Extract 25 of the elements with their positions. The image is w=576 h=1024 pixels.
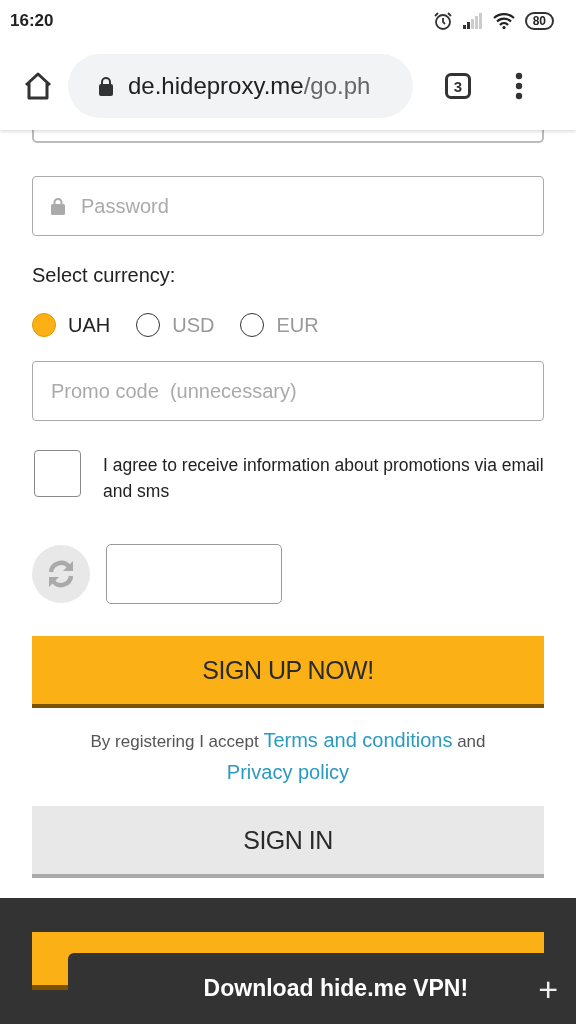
- password-field[interactable]: Password: [32, 176, 544, 236]
- banner-text: Download hide.me VPN!: [203, 975, 469, 1002]
- alarm-icon: [432, 11, 453, 31]
- battery-level: 80: [524, 12, 554, 30]
- wifi-icon: [492, 13, 515, 29]
- menu-icon[interactable]: [515, 72, 523, 100]
- tab-count-button[interactable]: 3: [445, 73, 471, 99]
- signal-icon: [462, 13, 483, 29]
- status-time: 16:20: [10, 11, 54, 31]
- sign-in-button[interactable]: SIGN IN: [32, 806, 544, 878]
- home-icon[interactable]: [22, 71, 54, 101]
- terms-text: By registering I accept Terms and conditions and Privacy policy: [89, 728, 487, 785]
- promo-code-field[interactable]: Promo code (unnecessary): [32, 361, 544, 421]
- input-field[interactable]: [32, 130, 544, 143]
- currency-option[interactable]: UAH: [32, 313, 111, 337]
- close-button[interactable]: +: [538, 971, 558, 1006]
- currency-label: Select currency:: [32, 264, 177, 287]
- sign-up-button[interactable]: SIGN UP NOW!: [32, 636, 544, 708]
- lock-icon: [98, 76, 114, 96]
- agree-checkbox[interactable]: [34, 450, 81, 497]
- agree-text: I agree to receive information about promotions via email and sms: [103, 454, 544, 503]
- url-text: de.hideproxy.me/go.ph: [128, 72, 371, 100]
- captcha-field[interactable]: [106, 544, 282, 604]
- lock-icon: [51, 197, 65, 215]
- address-bar[interactable]: de.hideproxy.me/go.ph: [68, 54, 413, 118]
